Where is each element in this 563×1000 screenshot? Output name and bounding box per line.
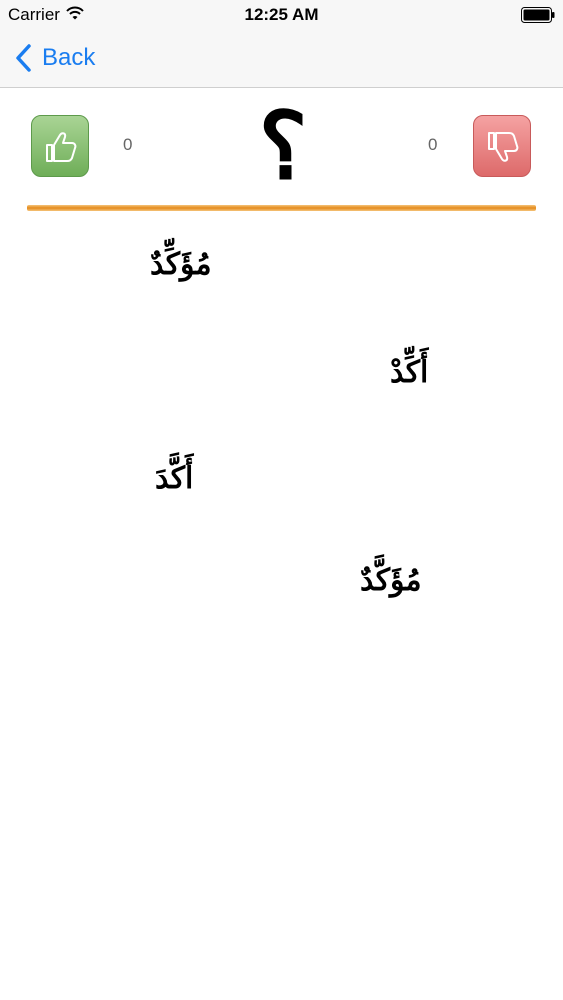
orange-divider xyxy=(27,205,536,211)
chevron-left-icon xyxy=(16,44,31,72)
back-button[interactable]: Back xyxy=(14,40,95,76)
thumbs-up-button[interactable] xyxy=(31,115,89,177)
thumbs-up-icon xyxy=(46,132,77,162)
answer-word[interactable]: أَكَّدَ xyxy=(155,454,193,504)
thumbs-down-icon xyxy=(488,132,519,162)
wrong-count: 0 xyxy=(428,135,438,154)
question-mark-symbol: ؟ xyxy=(258,92,308,200)
status-bar: Carrier 12:25 AM xyxy=(0,0,563,30)
answer-word[interactable]: مُؤَكِّدٌ xyxy=(150,240,212,290)
thumbs-down-button[interactable] xyxy=(473,115,531,177)
answer-word[interactable]: مُؤَكَّدٌ xyxy=(360,556,422,606)
navigation-bar: Back xyxy=(0,30,563,88)
correct-count: 0 xyxy=(123,135,133,154)
answer-word[interactable]: أَكِّدْ xyxy=(390,348,428,398)
battery-icon xyxy=(521,7,555,23)
back-label: Back xyxy=(42,44,96,71)
clock: 12:25 AM xyxy=(244,5,319,24)
